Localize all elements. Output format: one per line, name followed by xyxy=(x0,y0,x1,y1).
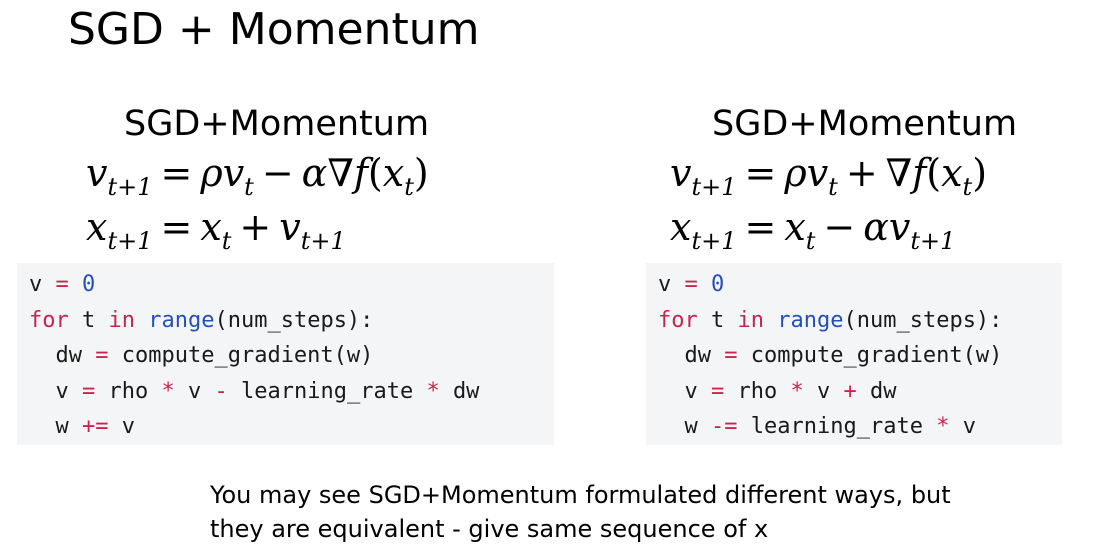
code-line: v = 0 xyxy=(29,272,96,297)
caption-line-2: they are equivalent - give same sequence… xyxy=(210,515,769,543)
code-line: dw = compute_gradient(w) xyxy=(684,343,1003,368)
code-line: for t in range(num_steps): xyxy=(658,307,1003,333)
caption-line-1: You may see SGD+Momentum formulated diff… xyxy=(210,481,951,509)
left-code-block: v = 0 for t in range(num_steps): dw = co… xyxy=(17,263,554,445)
code-line: w -= learning_rate * v xyxy=(684,414,976,439)
left-velocity-formula: vt+1 = ρvt − α∇f(xt) xyxy=(86,151,429,202)
caption: You may see SGD+Momentum formulated diff… xyxy=(210,478,951,546)
right-code-block: v = 0 for t in range(num_steps): dw = co… xyxy=(646,263,1062,445)
left-heading: SGD+Momentum xyxy=(124,104,430,144)
code-line: v = rho * v + dw xyxy=(684,378,897,404)
right-heading: SGD+Momentum xyxy=(712,104,1018,144)
code-line: v = rho * v - learning_rate * dw xyxy=(55,378,480,404)
code-line: for t in range(num_steps): xyxy=(29,307,374,333)
left-position-formula: xt+1 = xt + vt+1 xyxy=(86,205,346,256)
right-position-formula: xt+1 = xt − αvt+1 xyxy=(670,205,956,256)
code-line: v = 0 xyxy=(658,272,725,297)
slide-title: SGD + Momentum xyxy=(68,4,480,55)
code-line: w += v xyxy=(55,414,136,439)
code-line: dw = compute_gradient(w) xyxy=(55,343,374,368)
right-velocity-formula: vt+1 = ρvt + ∇f(xt) xyxy=(670,151,988,202)
